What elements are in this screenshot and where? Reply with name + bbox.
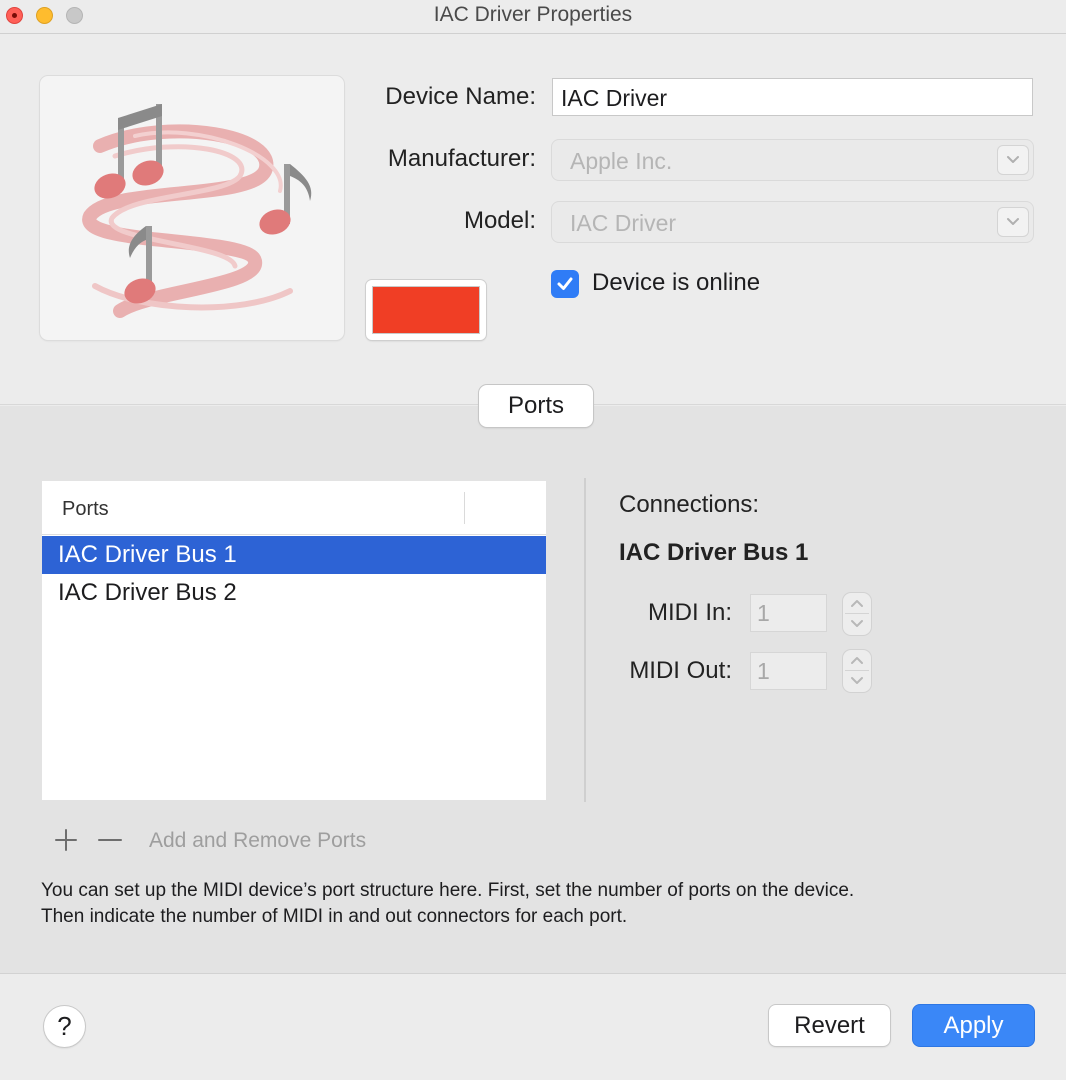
port-structure-help-text: You can set up the MIDI device’s port st… xyxy=(41,878,1041,930)
window-title: IAC Driver Properties xyxy=(433,3,633,26)
chevron-up-icon xyxy=(851,600,863,607)
apply-button[interactable]: Apply xyxy=(913,1005,1034,1046)
chevron-down-icon xyxy=(998,146,1028,174)
add-port-button[interactable] xyxy=(52,826,80,854)
ports-table[interactable]: Ports IAC Driver Bus 1 IAC Driver Bus 2 xyxy=(42,481,546,800)
model-popup[interactable]: IAC Driver xyxy=(552,202,1033,242)
table-row[interactable]: IAC Driver Bus 2 xyxy=(42,574,546,612)
remove-port-button[interactable] xyxy=(96,826,124,854)
device-name-field[interactable]: IAC Driver xyxy=(552,78,1033,116)
midi-music-notes-icon xyxy=(82,104,312,318)
connections-title: Connections: xyxy=(619,491,760,518)
device-icon-well[interactable] xyxy=(40,76,344,340)
model-label: Model: xyxy=(463,207,536,234)
panel-divider xyxy=(584,478,586,802)
help-line-2: Then indicate the number of MIDI in and … xyxy=(41,906,628,927)
ports-header-label: Ports xyxy=(62,498,109,520)
chevron-down-icon xyxy=(851,620,863,627)
manufacturer-value: Apple Inc. xyxy=(570,148,673,174)
minus-icon xyxy=(98,839,122,841)
device-online-checkbox[interactable] xyxy=(551,270,579,298)
chevron-down-icon xyxy=(998,208,1028,236)
column-divider[interactable] xyxy=(464,492,465,524)
help-line-1: You can set up the MIDI device’s port st… xyxy=(41,880,855,901)
tab-ports[interactable]: Ports xyxy=(479,385,593,427)
midi-in-stepper[interactable] xyxy=(843,593,871,635)
midi-in-label: MIDI In: xyxy=(647,599,732,626)
midi-in-field[interactable]: 1 xyxy=(750,594,827,632)
selected-port-name: IAC Driver Bus 1 xyxy=(619,539,809,566)
plus-icon xyxy=(55,829,77,851)
manufacturer-popup[interactable]: Apple Inc. xyxy=(552,140,1033,180)
help-button[interactable]: ? xyxy=(44,1006,85,1047)
title-bar: IAC Driver Properties xyxy=(0,0,1066,34)
device-color-well[interactable] xyxy=(366,280,486,340)
add-remove-ports-label: Add and Remove Ports xyxy=(149,829,367,852)
midi-out-stepper[interactable] xyxy=(843,650,871,692)
midi-out-label: MIDI Out: xyxy=(629,657,732,684)
chevron-down-icon xyxy=(851,677,863,684)
model-value: IAC Driver xyxy=(570,210,677,236)
color-swatch xyxy=(372,286,480,334)
ports-column-header[interactable]: Ports xyxy=(42,481,546,535)
device-name-label: Device Name: xyxy=(385,83,536,110)
chevron-up-icon xyxy=(851,657,863,664)
midi-out-field[interactable]: 1 xyxy=(750,652,827,690)
manufacturer-label: Manufacturer: xyxy=(387,145,536,172)
table-row[interactable]: IAC Driver Bus 1 xyxy=(42,536,546,574)
revert-button[interactable]: Revert xyxy=(769,1005,890,1046)
device-online-label[interactable]: Device is online xyxy=(592,269,760,297)
checkmark-icon xyxy=(557,277,573,290)
